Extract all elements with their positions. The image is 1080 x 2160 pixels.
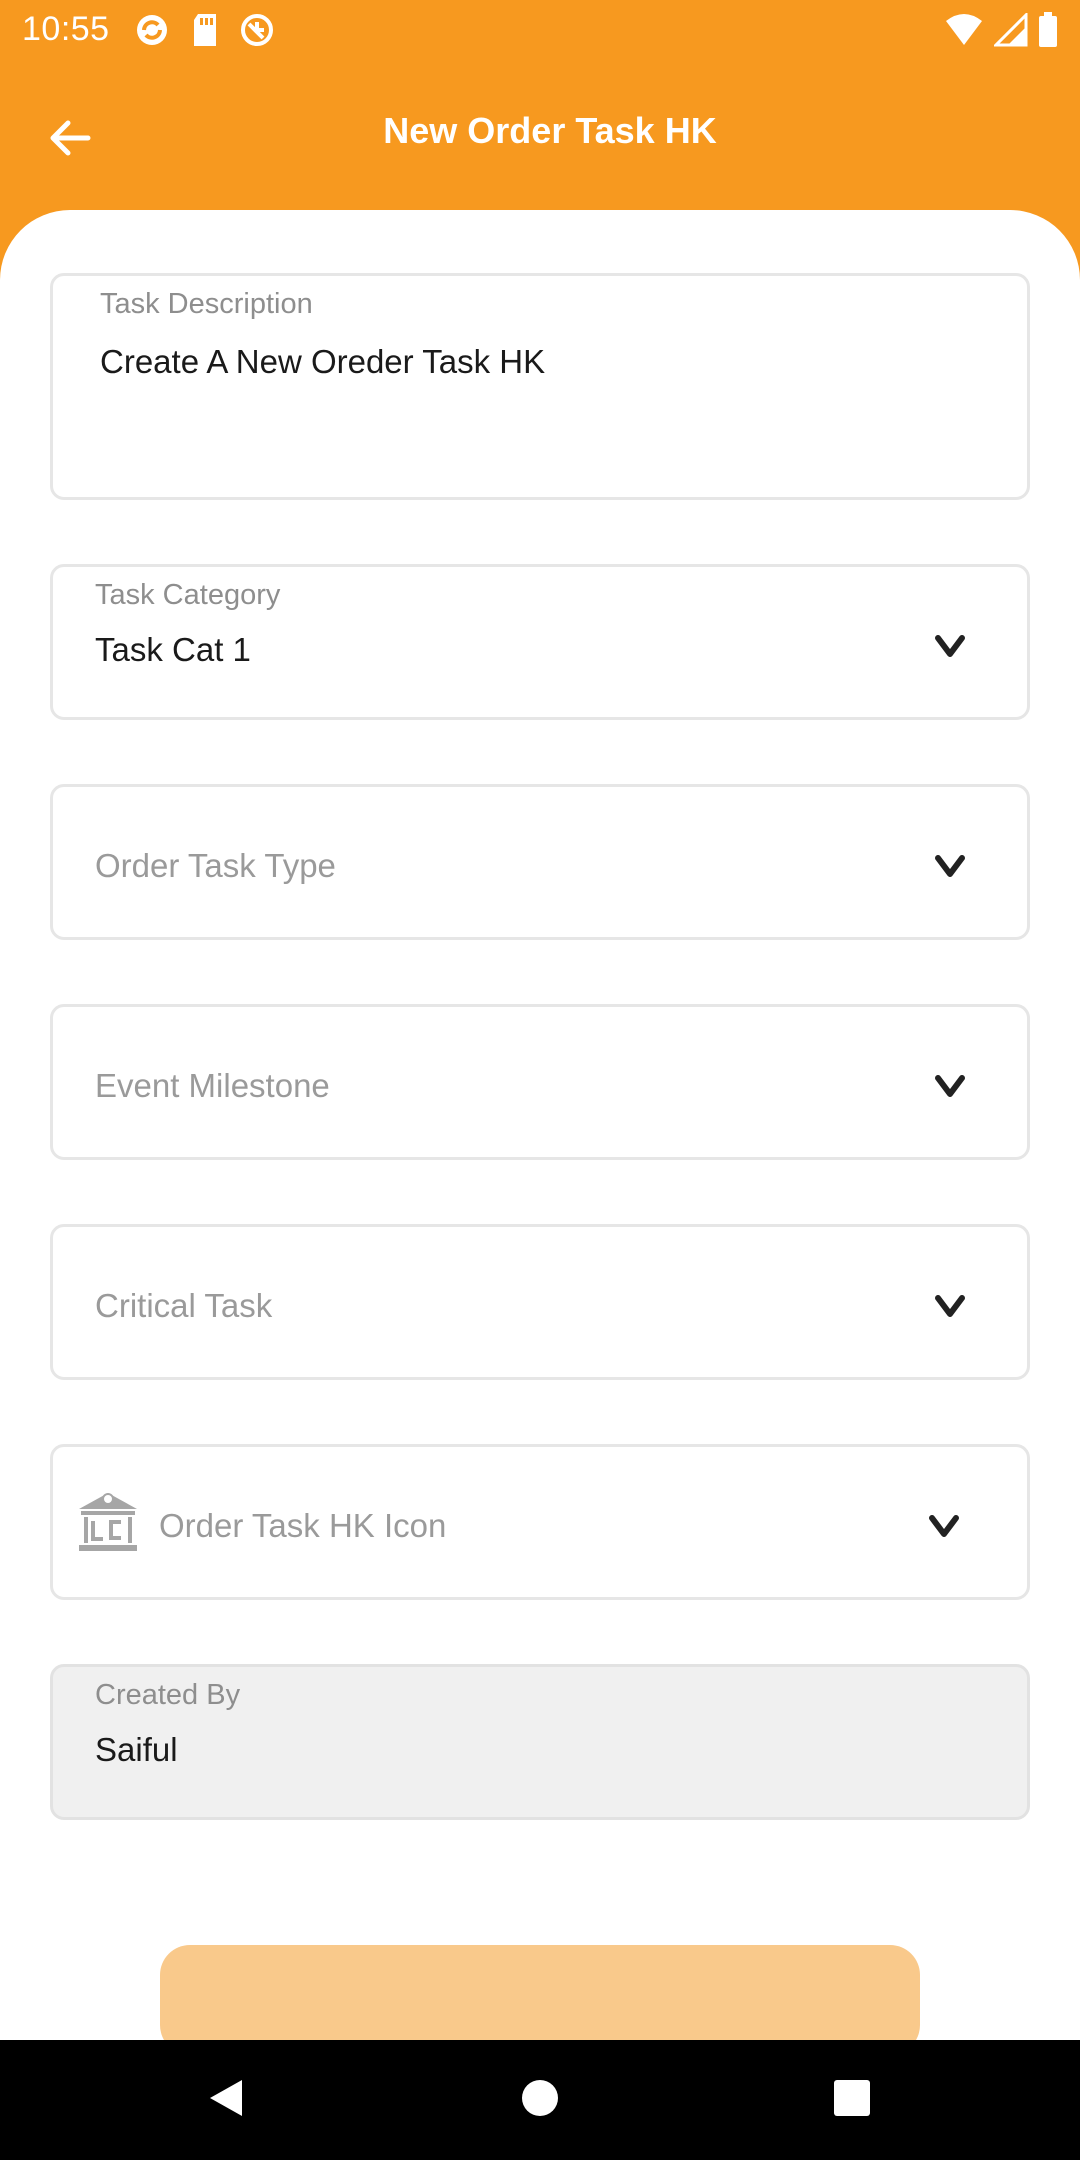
sync-icon — [132, 12, 172, 53]
critical-task-dropdown[interactable]: Critical Task — [50, 1224, 1030, 1380]
form-card: Task Description Create A New Oreder Tas… — [0, 210, 1080, 2040]
nav-recents-button[interactable] — [820, 2068, 884, 2132]
order-task-type-dropdown[interactable]: Order Task Type — [50, 784, 1030, 940]
task-category-value: Task Cat 1 — [95, 631, 251, 668]
home-circle-icon — [520, 2078, 560, 2123]
cellular-signal-icon — [992, 11, 1028, 52]
task-category-label: Task Category — [95, 579, 281, 611]
created-by-label: Created By — [95, 1679, 241, 1711]
battery-icon — [1038, 12, 1058, 53]
status-right-icons — [944, 11, 1058, 53]
order-task-type-placeholder: Order Task Type — [95, 847, 336, 884]
app-bar: New Order Task HK — [0, 60, 1080, 210]
chevron-down-icon — [930, 1286, 970, 1326]
lc-bank-icon — [75, 1489, 141, 1560]
page-title: New Order Task HK — [383, 110, 717, 151]
navigation-bar — [0, 2040, 1080, 2160]
submit-button[interactable] — [160, 1945, 920, 2040]
status-left-icons — [132, 12, 276, 53]
order-task-hk-icon-placeholder: Order Task HK Icon — [159, 1507, 447, 1544]
nav-back-button[interactable] — [194, 2068, 258, 2132]
created-by-value: Saiful — [95, 1731, 178, 1768]
status-time: 10:55 — [22, 10, 110, 48]
nav-home-button[interactable] — [508, 2068, 572, 2132]
task-description-field[interactable]: Task Description Create A New Oreder Tas… — [50, 273, 1030, 500]
event-milestone-placeholder: Event Milestone — [95, 1067, 330, 1104]
task-description-label: Task Description — [100, 288, 313, 320]
chevron-down-icon — [930, 1066, 970, 1106]
event-milestone-dropdown[interactable]: Event Milestone — [50, 1004, 1030, 1160]
status-bar: 10:55 — [0, 0, 1080, 60]
sd-card-icon — [190, 12, 220, 53]
chevron-down-icon — [924, 1506, 964, 1546]
back-triangle-icon — [204, 2076, 248, 2125]
chevron-down-icon — [930, 846, 970, 886]
data-saver-icon — [238, 12, 276, 53]
chevron-down-icon — [930, 626, 970, 666]
recents-square-icon — [832, 2078, 872, 2123]
wifi-icon — [944, 13, 984, 52]
created-by-field: Created By Saiful — [50, 1664, 1030, 1820]
task-description-value: Create A New Oreder Task HK — [100, 343, 546, 380]
critical-task-placeholder: Critical Task — [95, 1287, 273, 1324]
task-category-dropdown[interactable]: Task Category Task Cat 1 — [50, 564, 1030, 720]
order-task-hk-icon-dropdown[interactable]: Order Task HK Icon — [50, 1444, 1030, 1600]
